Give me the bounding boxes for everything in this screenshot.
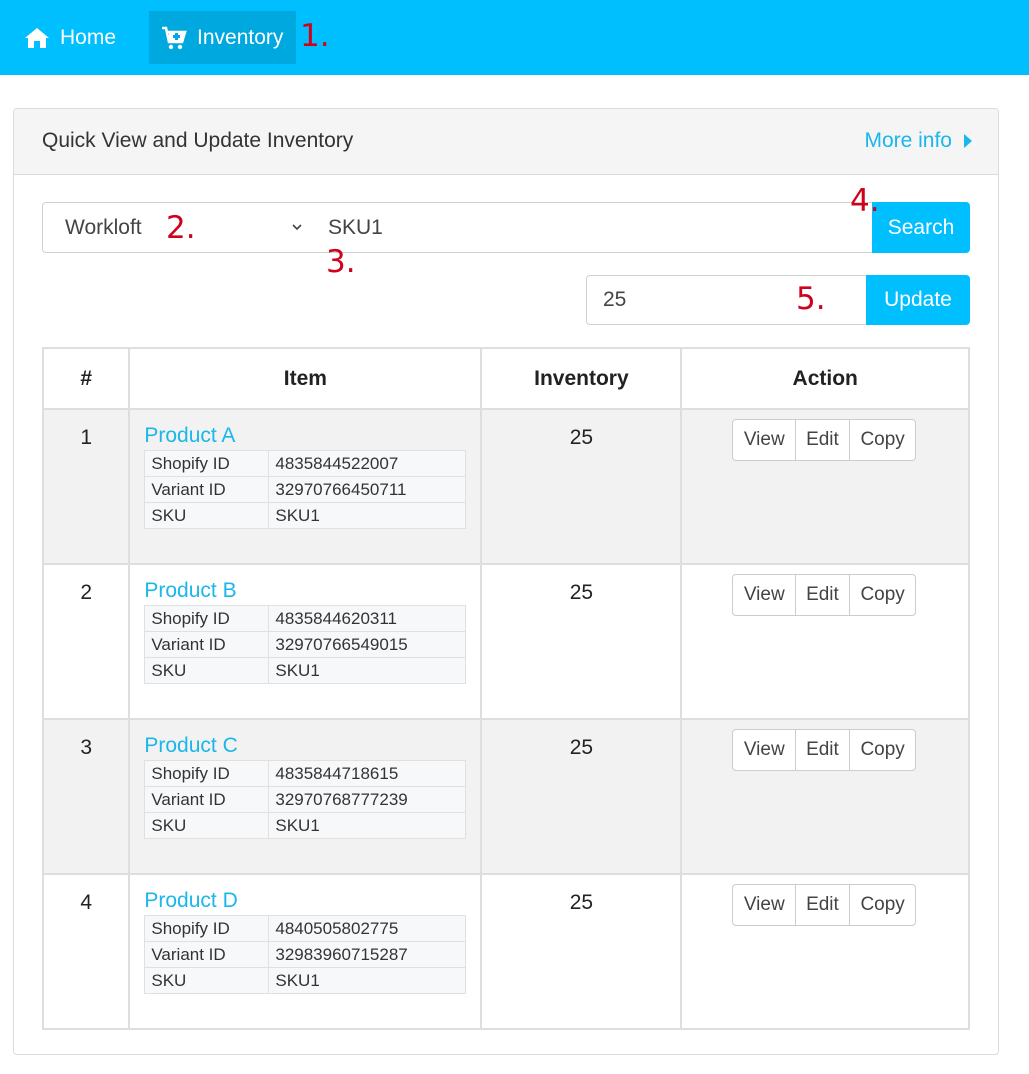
header-inventory: Inventory bbox=[480, 347, 683, 410]
caret-right-icon bbox=[964, 134, 972, 148]
sku-search-input[interactable]: SKU1 bbox=[312, 202, 874, 253]
item-cell: Product B Shopify ID 4835844620311 Varian… bbox=[128, 563, 483, 720]
cart-plus-icon bbox=[162, 26, 187, 49]
home-icon bbox=[25, 27, 49, 48]
shopify-id: 4840505802775 bbox=[268, 915, 467, 942]
header-action: Action bbox=[680, 347, 970, 410]
meta-label: Variant ID bbox=[144, 786, 270, 813]
variant-id: 32983960715287 bbox=[268, 941, 467, 968]
edit-button[interactable]: Edit bbox=[796, 420, 850, 460]
view-button[interactable]: View bbox=[733, 575, 797, 615]
inventory-value: 25 bbox=[480, 718, 683, 875]
header-item: Item bbox=[128, 347, 483, 410]
update-button[interactable]: Update bbox=[866, 275, 970, 325]
inventory-table: # Item Inventory Action 1 Product A Shop… bbox=[41, 347, 970, 1030]
nav-home[interactable]: Home bbox=[12, 11, 128, 64]
sku-value: SKU1 bbox=[268, 812, 467, 839]
nav-home-label: Home bbox=[60, 25, 117, 49]
action-button-group: View Edit Copy bbox=[732, 884, 917, 926]
product-link[interactable]: Product B bbox=[144, 579, 466, 603]
item-cell: Product A Shopify ID 4835844522007 Varian… bbox=[128, 408, 483, 565]
annotation-marker: 3. bbox=[326, 244, 356, 280]
inventory-value: 25 bbox=[480, 873, 683, 1030]
sku-search-value: SKU1 bbox=[328, 215, 383, 239]
shopify-id: 4835844718615 bbox=[268, 760, 467, 787]
shopify-id: 4835844620311 bbox=[268, 605, 467, 632]
sku-value: SKU1 bbox=[268, 967, 467, 994]
action-cell: View Edit Copy bbox=[680, 718, 970, 875]
variant-id: 32970766450711 bbox=[268, 476, 467, 503]
product-meta-table: Shopify ID 4835844522007 Variant ID 329707… bbox=[144, 450, 467, 529]
copy-button[interactable]: Copy bbox=[850, 575, 916, 615]
table-row: 3 Product C Shopify ID 4835844718615 Vari… bbox=[41, 718, 970, 875]
row-number: 2 bbox=[41, 563, 131, 720]
product-meta-table: Shopify ID 4835844620311 Variant ID 329707… bbox=[144, 605, 467, 684]
row-number: 4 bbox=[41, 873, 131, 1030]
copy-button[interactable]: Copy bbox=[850, 730, 916, 770]
annotation-marker: 2. bbox=[166, 210, 196, 246]
item-cell: Product D Shopify ID 4840505802775 Varian… bbox=[128, 873, 483, 1030]
meta-label: Variant ID bbox=[144, 941, 270, 968]
annotation-marker: 4. bbox=[850, 183, 880, 219]
table-row: 2 Product B Shopify ID 4835844620311 Vari… bbox=[41, 563, 970, 720]
chevron-down-icon bbox=[292, 224, 302, 231]
view-button[interactable]: View bbox=[733, 420, 797, 460]
table-row: 4 Product D Shopify ID 4840505802775 Vari… bbox=[41, 873, 970, 1030]
action-button-group: View Edit Copy bbox=[732, 729, 917, 771]
inventory-value: 25 bbox=[480, 408, 683, 565]
variant-id: 32970766549015 bbox=[268, 631, 467, 658]
top-navbar: Home Inventory bbox=[0, 0, 1029, 75]
meta-label: Variant ID bbox=[144, 476, 270, 503]
store-select-value: Workloft bbox=[65, 215, 142, 239]
product-link[interactable]: Product D bbox=[144, 889, 466, 913]
row-number: 3 bbox=[41, 718, 131, 875]
sku-value: SKU1 bbox=[268, 657, 467, 684]
action-cell: View Edit Copy bbox=[680, 873, 970, 1030]
meta-label: SKU bbox=[144, 657, 270, 684]
quantity-value: 25 bbox=[603, 288, 627, 311]
table-header-row: # Item Inventory Action bbox=[41, 347, 970, 410]
table-row: 1 Product A Shopify ID 4835844522007 Vari… bbox=[41, 408, 970, 565]
edit-button[interactable]: Edit bbox=[796, 885, 850, 925]
action-cell: View Edit Copy bbox=[680, 563, 970, 720]
search-button[interactable]: Search bbox=[872, 202, 970, 253]
item-cell: Product C Shopify ID 4835844718615 Varian… bbox=[128, 718, 483, 875]
nav-inventory[interactable]: Inventory bbox=[149, 11, 296, 64]
inventory-value: 25 bbox=[480, 563, 683, 720]
copy-button[interactable]: Copy bbox=[850, 420, 916, 460]
annotation-marker: 5. bbox=[796, 281, 826, 317]
inventory-quantity-input[interactable]: 25 bbox=[586, 275, 868, 325]
product-meta-table: Shopify ID 4840505802775 Variant ID 329839… bbox=[144, 915, 467, 994]
meta-label: Shopify ID bbox=[144, 915, 270, 942]
product-link[interactable]: Product C bbox=[144, 734, 466, 758]
nav-inventory-label: Inventory bbox=[197, 25, 284, 49]
annotation-marker: 1. bbox=[300, 18, 330, 54]
meta-label: Variant ID bbox=[144, 631, 270, 658]
action-cell: View Edit Copy bbox=[680, 408, 970, 565]
edit-button[interactable]: Edit bbox=[796, 730, 850, 770]
view-button[interactable]: View bbox=[733, 885, 797, 925]
edit-button[interactable]: Edit bbox=[796, 575, 850, 615]
meta-label: Shopify ID bbox=[144, 760, 270, 787]
meta-label: SKU bbox=[144, 967, 270, 994]
view-button[interactable]: View bbox=[733, 730, 797, 770]
copy-button[interactable]: Copy bbox=[850, 885, 916, 925]
header-number: # bbox=[41, 347, 131, 410]
product-link[interactable]: Product A bbox=[144, 424, 466, 448]
action-button-group: View Edit Copy bbox=[732, 419, 917, 461]
action-button-group: View Edit Copy bbox=[732, 574, 917, 616]
row-number: 1 bbox=[41, 408, 131, 565]
variant-id: 32970768777239 bbox=[268, 786, 467, 813]
meta-label: SKU bbox=[144, 502, 270, 529]
product-meta-table: Shopify ID 4835844718615 Variant ID 329707… bbox=[144, 760, 467, 839]
more-info-link[interactable]: More info bbox=[864, 129, 972, 153]
card-header: Quick View and Update Inventory More inf… bbox=[14, 109, 998, 175]
meta-label: Shopify ID bbox=[144, 605, 270, 632]
more-info-label: More info bbox=[864, 129, 952, 152]
sku-value: SKU1 bbox=[268, 502, 467, 529]
shopify-id: 4835844522007 bbox=[268, 450, 467, 477]
meta-label: Shopify ID bbox=[144, 450, 270, 477]
card-title: Quick View and Update Inventory bbox=[42, 129, 354, 152]
meta-label: SKU bbox=[144, 812, 270, 839]
